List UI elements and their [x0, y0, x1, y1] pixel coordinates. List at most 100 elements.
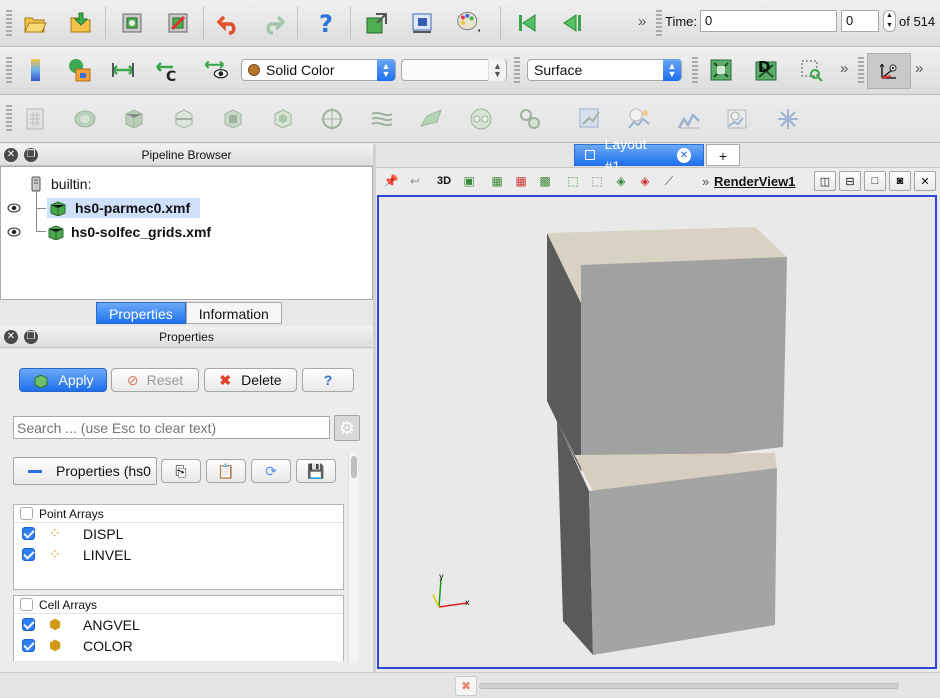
- scrollbar[interactable]: [348, 453, 358, 663]
- palette-icon[interactable]: [451, 6, 487, 36]
- toolbar-grip[interactable]: [6, 57, 12, 85]
- list-item[interactable]: ⁘ DISPL: [14, 523, 343, 544]
- advanced-gear-icon[interactable]: ⚙: [334, 415, 360, 441]
- plot-selection-over-time-icon[interactable]: [624, 104, 654, 134]
- list-item[interactable]: ⬢ COLOR: [14, 635, 343, 656]
- plot-over-line-icon[interactable]: [575, 104, 605, 134]
- clip-icon[interactable]: [119, 104, 149, 134]
- render-view[interactable]: x y: [377, 195, 937, 669]
- scrollbar-thumb[interactable]: [351, 456, 357, 478]
- color-legend-icon[interactable]: [20, 55, 50, 85]
- glyph-icon[interactable]: [317, 104, 347, 134]
- pipeline-item[interactable]: hs0-solfec_grids.xmf: [7, 221, 211, 243]
- point-arrays-header[interactable]: Point Arrays: [14, 505, 343, 523]
- restore-view-icon[interactable]: ◙: [889, 171, 911, 191]
- select-cells-through-icon[interactable]: ▩: [534, 169, 556, 193]
- disconnect-icon[interactable]: [163, 8, 193, 38]
- array-checkbox[interactable]: [22, 527, 35, 540]
- stream-tracer-icon[interactable]: [367, 104, 397, 134]
- splitter[interactable]: [373, 144, 376, 672]
- toggle-3d-button[interactable]: 3D: [437, 175, 451, 187]
- help-button[interactable]: ?: [302, 368, 354, 392]
- warp-by-vector-icon[interactable]: [416, 104, 446, 134]
- cell-arrays-header[interactable]: Cell Arrays: [14, 596, 343, 614]
- add-layout-tab-button[interactable]: +: [706, 144, 740, 166]
- toolbar-overflow-chevron[interactable]: »: [840, 60, 848, 77]
- screenshot-icon[interactable]: [407, 8, 437, 38]
- contour-icon[interactable]: [70, 104, 100, 134]
- copy-properties-icon[interactable]: ⎘: [161, 459, 201, 483]
- close-icon[interactable]: ✕: [4, 330, 18, 344]
- redo-icon[interactable]: [258, 8, 288, 38]
- clear-selection-icon[interactable]: ⬚: [586, 169, 608, 193]
- eye-visibility-icon[interactable]: [7, 200, 23, 216]
- tab-layout-1[interactable]: Layout #1 ✕: [574, 136, 704, 174]
- threshold-icon[interactable]: [218, 104, 248, 134]
- maximize-view-icon[interactable]: □: [864, 171, 886, 191]
- cancel-progress-icon[interactable]: ✖: [455, 676, 477, 696]
- reset-camera-icon[interactable]: [706, 55, 736, 85]
- open-file-icon[interactable]: [20, 8, 50, 38]
- hover-points-icon[interactable]: ◈: [634, 169, 656, 193]
- extract-subset-icon[interactable]: [268, 104, 298, 134]
- reset-button[interactable]: ⊘ Reset: [111, 368, 199, 392]
- cell-arrays-toggle-all[interactable]: [20, 598, 33, 611]
- list-item[interactable]: ⁘ LINVEL: [14, 544, 343, 565]
- properties-section-toggle[interactable]: Properties (hs0: [13, 457, 157, 485]
- pipeline-item[interactable]: hs0-parmec0.xmf: [7, 197, 201, 219]
- array-checkbox[interactable]: [22, 639, 35, 652]
- camera-undo-icon[interactable]: ↩: [404, 169, 426, 193]
- rescale-range-icon[interactable]: [108, 55, 138, 85]
- coloring-select[interactable]: Solid Color ▲ ▼: [241, 59, 396, 81]
- select-block-icon[interactable]: ⬚: [562, 169, 584, 193]
- plot-data-icon[interactable]: [674, 104, 704, 134]
- list-item[interactable]: ⬢ ANGVEL: [14, 614, 343, 635]
- view-label[interactable]: RenderView1: [714, 174, 795, 189]
- point-arrays-toggle-all[interactable]: [20, 507, 33, 520]
- toolbar-overflow-chevron[interactable]: »: [638, 13, 646, 30]
- first-frame-icon[interactable]: [512, 8, 542, 38]
- tab-information[interactable]: Information: [185, 302, 282, 324]
- split-vertical-icon[interactable]: ⊟: [839, 171, 861, 191]
- timestep-spinner[interactable]: ▲ ▼: [883, 10, 896, 32]
- close-view-icon[interactable]: ✕: [914, 171, 936, 191]
- toolbar-grip[interactable]: [514, 57, 520, 85]
- component-select[interactable]: ▲ ▼: [401, 59, 507, 81]
- restore-defaults-icon[interactable]: ⟳: [251, 459, 291, 483]
- toolbar-grip[interactable]: [656, 10, 662, 38]
- timestep-input[interactable]: 0: [841, 10, 879, 32]
- view-toolbar-overflow-chevron[interactable]: »: [702, 174, 709, 189]
- pipeline-root[interactable]: builtin:: [31, 173, 91, 195]
- close-icon[interactable]: ✕: [4, 148, 18, 162]
- connect-icon[interactable]: [117, 8, 147, 38]
- undo-icon[interactable]: [214, 8, 244, 38]
- zoom-to-data-icon[interactable]: D: [751, 55, 781, 85]
- delete-button[interactable]: ✖ Delete: [204, 368, 297, 392]
- prev-frame-icon[interactable]: [557, 8, 587, 38]
- camera-link-icon[interactable]: 📌: [380, 169, 402, 193]
- extract-level-icon[interactable]: [515, 104, 545, 134]
- toolbar-overflow-chevron[interactable]: »: [915, 60, 923, 77]
- close-tab-icon[interactable]: ✕: [676, 147, 691, 163]
- rescale-custom-range-icon[interactable]: C: [152, 55, 182, 85]
- time-input[interactable]: 0: [700, 10, 837, 32]
- tab-properties[interactable]: Properties: [96, 302, 186, 324]
- select-cells-on-icon[interactable]: ▦: [486, 169, 508, 193]
- polygon-select-icon[interactable]: ⟋: [658, 169, 680, 193]
- slice-icon[interactable]: [169, 104, 199, 134]
- array-checkbox[interactable]: [22, 618, 35, 631]
- interactive-select-icon[interactable]: ◈: [610, 169, 632, 193]
- paste-properties-icon[interactable]: 📋: [206, 459, 246, 483]
- toolbar-grip[interactable]: [6, 105, 12, 133]
- capture-icon[interactable]: ▣: [458, 169, 480, 193]
- array-checkbox[interactable]: [22, 548, 35, 561]
- save-state-icon[interactable]: [362, 8, 392, 38]
- edit-color-map-icon[interactable]: [64, 55, 94, 85]
- save-defaults-icon[interactable]: 💾: [296, 459, 336, 483]
- search-input[interactable]: [13, 416, 330, 439]
- select-points-on-icon[interactable]: ▦: [510, 169, 532, 193]
- toolbar-grip[interactable]: [692, 57, 698, 85]
- split-horizontal-icon[interactable]: ◫: [814, 171, 836, 191]
- camera-orientation-icon[interactable]: [867, 53, 911, 89]
- axes-grid-icon[interactable]: [773, 104, 803, 134]
